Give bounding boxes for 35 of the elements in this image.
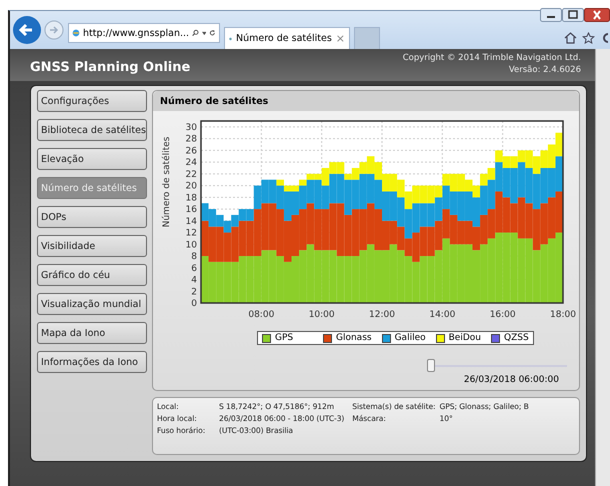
legend-label: QZSS bbox=[504, 333, 529, 343]
axis-tick-label: 10 bbox=[186, 240, 197, 250]
axis-tick-label: 30 bbox=[186, 122, 197, 133]
version-text: Versão: 2.4.6026 bbox=[508, 64, 581, 76]
axis-tick-label: 24 bbox=[186, 158, 197, 168]
axis-tick-label: 18 bbox=[186, 193, 197, 204]
legend-label: BeiDou bbox=[448, 333, 481, 343]
axis-tick-label: 0 bbox=[191, 299, 197, 309]
app-title: GNSS Planning Online bbox=[30, 60, 190, 75]
axis-tick-label: 22 bbox=[186, 170, 197, 180]
axis-tick-label: 14 bbox=[186, 216, 197, 227]
axis-tick-label: 28 bbox=[186, 134, 197, 145]
tab-title: Número de satélites bbox=[236, 33, 332, 44]
axis-tick-label: 18:00 bbox=[550, 310, 576, 320]
axis-tick-label: 4 bbox=[191, 276, 197, 286]
axis-tick-label: 8 bbox=[191, 252, 197, 262]
axis-title: Número de satélites bbox=[162, 136, 172, 228]
axis-tick-label: 2 bbox=[191, 287, 197, 298]
legend-label: GPS bbox=[275, 333, 294, 343]
panel-title: Número de satélites bbox=[153, 91, 579, 111]
legend-label: Galileo bbox=[394, 333, 426, 343]
axis-tick-label: 6 bbox=[191, 264, 197, 274]
axis-tick-label: 14:00 bbox=[429, 310, 456, 320]
axis-tick-label: 20 bbox=[186, 182, 197, 192]
slider-reading: 26/03/2018 06:00:00 bbox=[464, 375, 559, 385]
axis-tick-label: 16:00 bbox=[490, 310, 516, 320]
axis-tick-label: 12:00 bbox=[369, 310, 395, 320]
copyright-text: Copyright © 2014 Trimble Navigation Ltd. bbox=[402, 52, 581, 64]
axis-tick-label: 08:00 bbox=[248, 310, 274, 320]
axis-tick-label: 10:00 bbox=[308, 310, 335, 320]
address-text: http://www.gnssplan... bbox=[82, 28, 190, 38]
axis-tick-label: 12 bbox=[186, 228, 197, 239]
legend-label: Glonass bbox=[336, 333, 372, 343]
axis-tick-label: 26 bbox=[186, 146, 197, 156]
axis-tick-label: 16 bbox=[186, 205, 197, 216]
